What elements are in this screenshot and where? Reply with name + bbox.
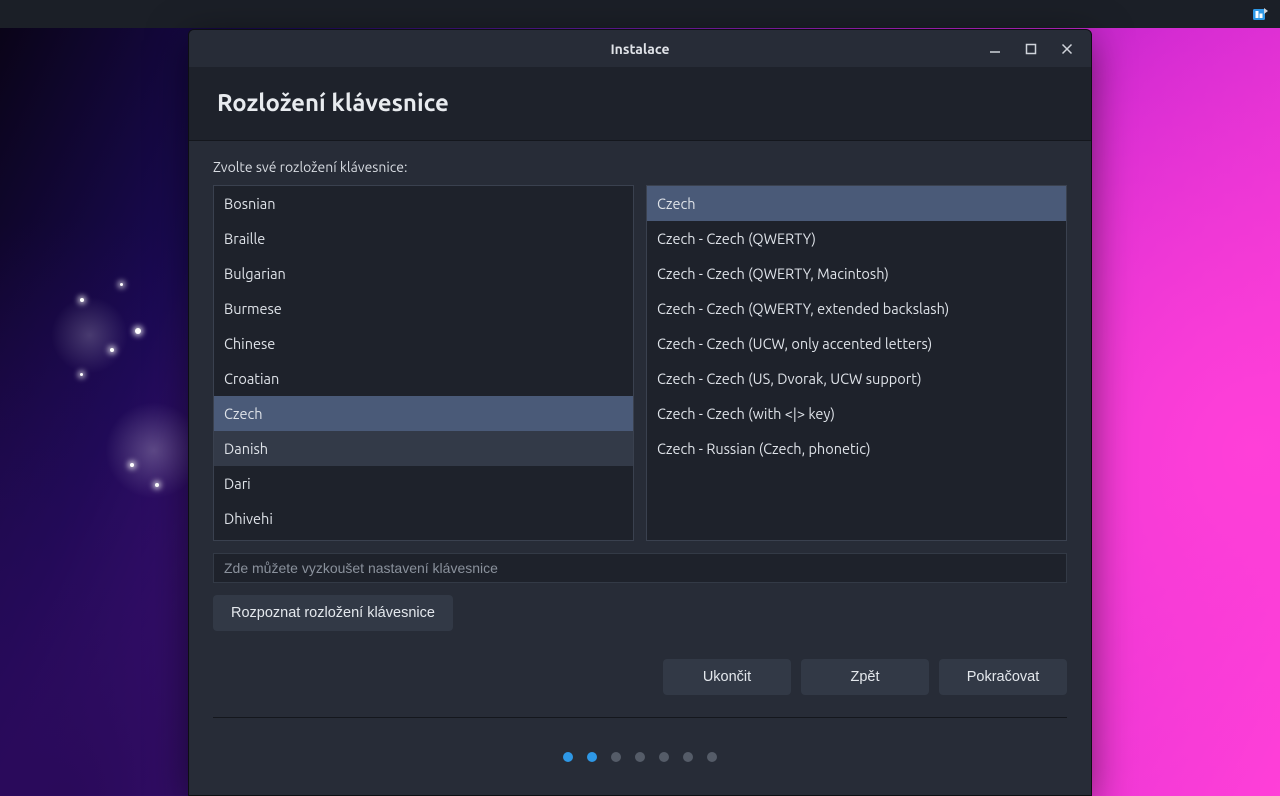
desktop-top-panel: [0, 0, 1280, 28]
progress-dot: [659, 752, 669, 762]
variant-list-item[interactable]: Czech - Russian (Czech, phonetic): [647, 431, 1066, 466]
page-title: Rozložení klávesnice: [217, 89, 1063, 116]
prompt-label: Zvolte své rozložení klávesnice:: [213, 159, 1067, 175]
window-titlebar[interactable]: Instalace: [189, 30, 1091, 67]
layout-list-item[interactable]: Bulgarian: [214, 256, 633, 291]
layout-list-item[interactable]: Croatian: [214, 361, 633, 396]
progress-dot: [611, 752, 621, 762]
detect-layout-button[interactable]: Rozpoznat rozložení klávesnice: [213, 595, 453, 631]
keyboard-test-input[interactable]: [213, 553, 1067, 583]
variant-list-item[interactable]: Czech - Czech (QWERTY): [647, 221, 1066, 256]
installer-tray-icon[interactable]: [1250, 4, 1270, 24]
layout-list-item[interactable]: Dhivehi: [214, 501, 633, 536]
variant-list-item[interactable]: Czech: [647, 186, 1066, 221]
window-close-button[interactable]: [1049, 29, 1085, 69]
layout-list-item[interactable]: Braille: [214, 221, 633, 256]
continue-button[interactable]: Pokračovat: [939, 659, 1067, 695]
variant-list-item[interactable]: Czech - Czech (UCW, only accented letter…: [647, 326, 1066, 361]
variant-list-item[interactable]: Czech - Czech (QWERTY, Macintosh): [647, 256, 1066, 291]
layout-list-item[interactable]: Chinese: [214, 326, 633, 361]
variant-list-item[interactable]: Czech - Czech (QWERTY, extended backslas…: [647, 291, 1066, 326]
page-heading-area: Rozložení klávesnice: [189, 67, 1091, 141]
variant-list-item[interactable]: Czech - Czech (US, Dvorak, UCW support): [647, 361, 1066, 396]
keyboard-layout-list[interactable]: BosnianBrailleBulgarianBurmeseChineseCro…: [213, 185, 634, 541]
progress-dot: [635, 752, 645, 762]
installer-window: Instalace Rozložení klávesnice Zvolte sv…: [188, 29, 1092, 796]
progress-dot: [707, 752, 717, 762]
window-title: Instalace: [610, 41, 669, 57]
quit-button[interactable]: Ukončit: [663, 659, 791, 695]
layout-list-item[interactable]: Burmese: [214, 291, 633, 326]
layout-list-item[interactable]: Danish: [214, 431, 633, 466]
window-maximize-button[interactable]: [1013, 29, 1049, 69]
keyboard-variant-list[interactable]: CzechCzech - Czech (QWERTY)Czech - Czech…: [646, 185, 1067, 541]
progress-dots: [189, 718, 1091, 795]
layout-list-item[interactable]: Dutch: [214, 536, 633, 541]
progress-dot: [683, 752, 693, 762]
variant-list-item[interactable]: Czech - Czech (with <|> key): [647, 396, 1066, 431]
window-minimize-button[interactable]: [977, 29, 1013, 69]
progress-dot: [587, 752, 597, 762]
layout-list-item[interactable]: Bosnian: [214, 186, 633, 221]
progress-dot: [563, 752, 573, 762]
back-button[interactable]: Zpět: [801, 659, 929, 695]
layout-list-item[interactable]: Dari: [214, 466, 633, 501]
layout-list-item[interactable]: Czech: [214, 396, 633, 431]
